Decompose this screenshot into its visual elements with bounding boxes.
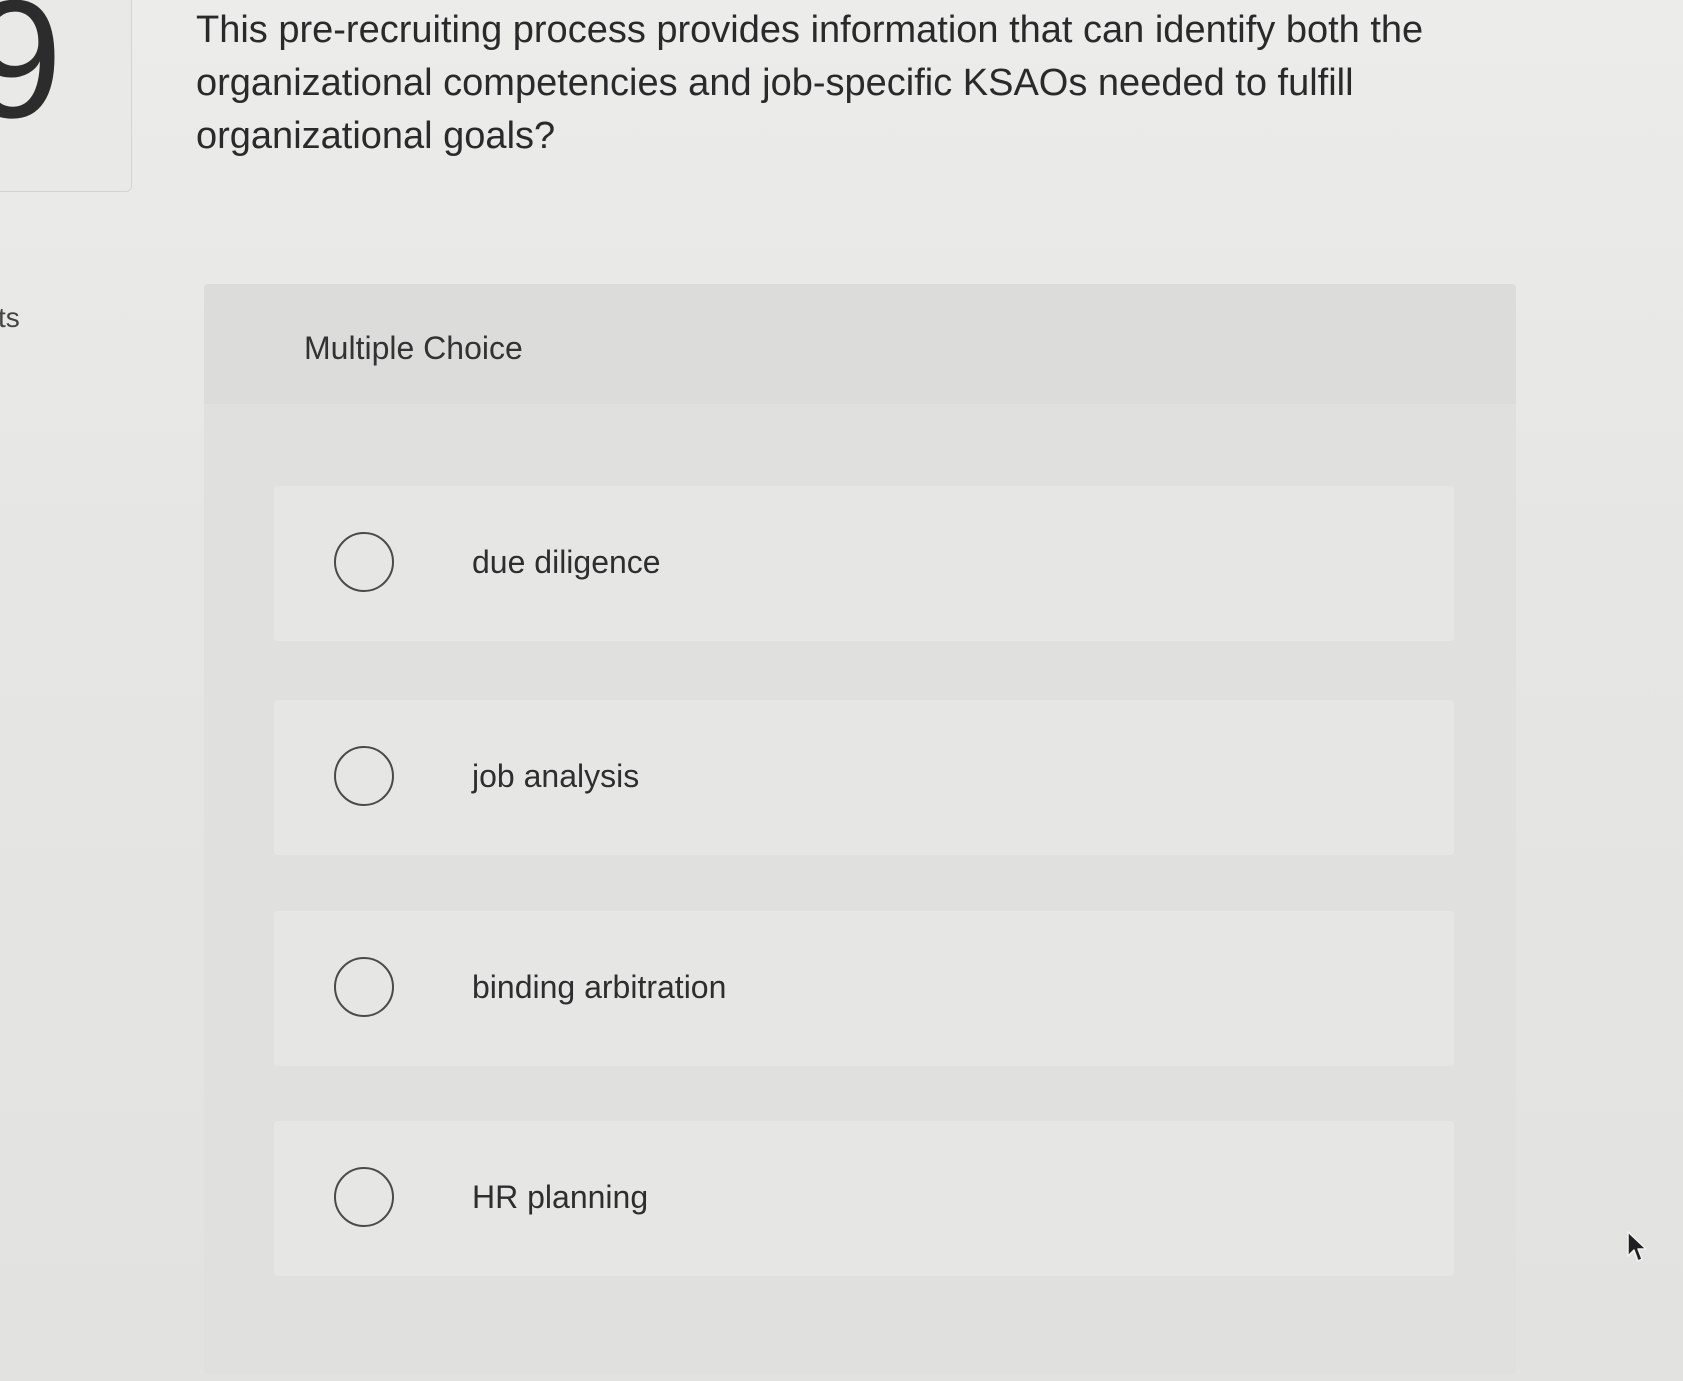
option-label: binding arbitration [472, 969, 727, 1005]
question-text: This pre-recruiting process provides inf… [196, 9, 1424, 157]
option-label: HR planning [472, 1179, 649, 1215]
points-label-fragment: ts [0, 302, 20, 333]
option-hr-planning[interactable]: HR planning [274, 1121, 1454, 1276]
option-label: job analysis [472, 758, 640, 794]
panel-header: Multiple Choice [204, 284, 1516, 404]
question-number-box: 9 [0, 0, 132, 192]
option-job-analysis[interactable]: job analysis [274, 700, 1454, 855]
option-label: due diligence [472, 544, 661, 580]
mouse-pointer-icon [1627, 1231, 1647, 1262]
option-binding-arbitration[interactable]: binding arbitration [274, 911, 1454, 1066]
radio-button-icon[interactable] [334, 532, 394, 592]
answer-panel: Multiple Choice due diligence job analys… [204, 284, 1516, 1374]
radio-button-icon[interactable] [334, 1167, 394, 1227]
radio-button-icon[interactable] [334, 957, 394, 1017]
question-type-label: Multiple Choice [304, 330, 523, 366]
question-number: 9 [0, 0, 63, 153]
radio-button-icon[interactable] [334, 746, 394, 806]
option-due-diligence[interactable]: due diligence [274, 486, 1454, 641]
